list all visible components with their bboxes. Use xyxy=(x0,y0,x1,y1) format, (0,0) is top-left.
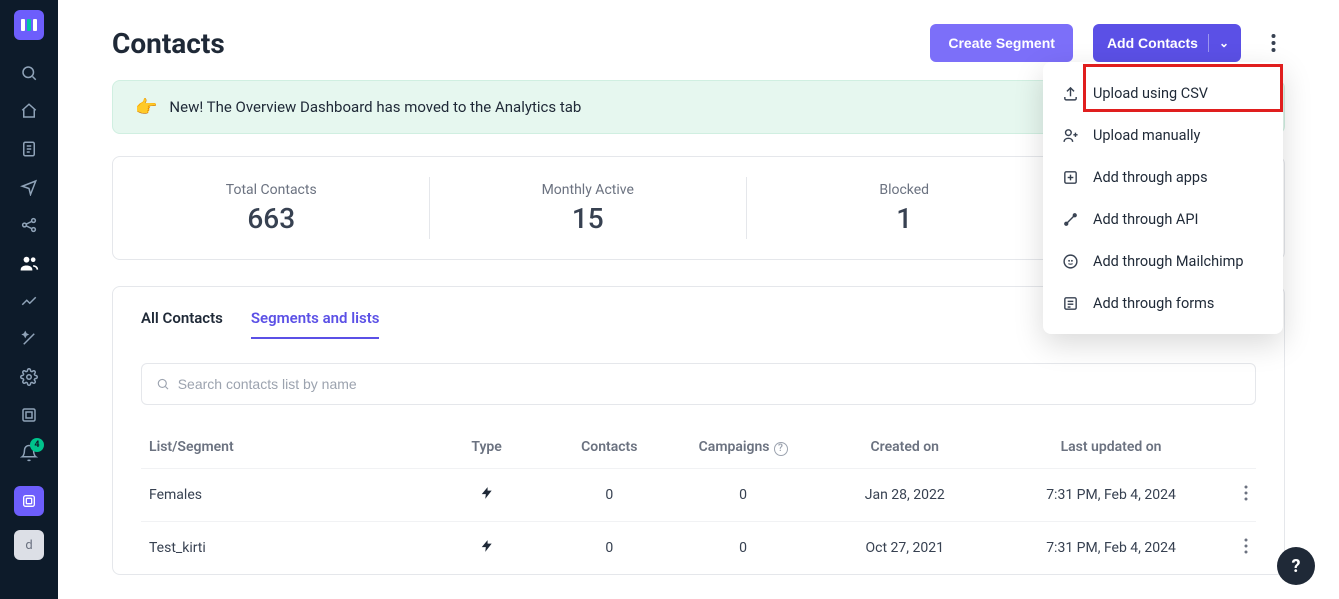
add-contacts-button[interactable]: Add Contacts ⌄ xyxy=(1093,24,1241,62)
table-row[interactable]: Test_kirti 0 0 Oct 27, 2021 7:31 PM, Feb… xyxy=(141,521,1256,574)
dropdown-label: Add through forms xyxy=(1093,295,1214,312)
dropdown-item-add-forms[interactable]: Add through forms xyxy=(1043,282,1283,324)
mailchimp-icon xyxy=(1061,253,1079,270)
col-list: List/Segment xyxy=(141,427,431,468)
dropdown-item-upload-csv[interactable]: Upload using CSV xyxy=(1043,72,1283,114)
cell-created: Oct 27, 2021 xyxy=(810,521,1000,574)
bolt-icon xyxy=(480,539,494,553)
cell-contacts: 0 xyxy=(542,468,676,521)
dropdown-label: Add through Mailchimp xyxy=(1093,253,1243,270)
api-icon xyxy=(1061,211,1079,228)
settings-icon[interactable] xyxy=(0,358,58,396)
add-contacts-dropdown: Upload using CSV Upload manually Add thr… xyxy=(1043,62,1283,334)
tab-all-contacts[interactable]: All Contacts xyxy=(141,309,223,339)
cell-type xyxy=(431,521,543,574)
form-icon xyxy=(1061,295,1079,312)
col-campaigns: Campaigns? xyxy=(676,427,810,468)
search-icon xyxy=(156,377,170,391)
segments-table: List/Segment Type Contacts Campaigns? Cr… xyxy=(141,427,1256,574)
share-icon[interactable] xyxy=(0,206,58,244)
notification-badge: 4 xyxy=(30,438,44,452)
cell-updated: 7:31 PM, Feb 4, 2024 xyxy=(1000,468,1223,521)
create-segment-button[interactable]: Create Segment xyxy=(930,24,1073,62)
cell-type xyxy=(431,468,543,521)
app-logo[interactable] xyxy=(14,10,44,40)
cell-name: Test_kirti xyxy=(141,521,431,574)
col-contacts: Contacts xyxy=(542,427,676,468)
cell-campaigns: 0 xyxy=(676,521,810,574)
bolt-icon xyxy=(480,486,494,500)
dropdown-label: Add through API xyxy=(1093,211,1198,228)
cell-updated: 7:31 PM, Feb 4, 2024 xyxy=(1000,521,1223,574)
row-more-icon[interactable] xyxy=(1223,521,1256,574)
notifications-icon[interactable]: 4 xyxy=(0,434,58,472)
banner-text: New! The Overview Dashboard has moved to… xyxy=(169,98,581,116)
dropdown-label: Upload manually xyxy=(1093,127,1200,144)
home-icon[interactable] xyxy=(0,92,58,130)
user-avatar[interactable]: d xyxy=(14,530,44,560)
page-title: Contacts xyxy=(112,27,225,60)
apps-icon xyxy=(1061,169,1079,186)
stat-total-contacts: Total Contacts 663 xyxy=(113,157,429,259)
help-icon[interactable]: ? xyxy=(774,442,788,456)
dropdown-item-add-mailchimp[interactable]: Add through Mailchimp xyxy=(1043,240,1283,282)
magic-icon[interactable] xyxy=(0,320,58,358)
cell-created: Jan 28, 2022 xyxy=(810,468,1000,521)
search-icon[interactable] xyxy=(0,54,58,92)
search-input[interactable] xyxy=(178,376,1241,392)
col-created: Created on xyxy=(810,427,1000,468)
app-switcher[interactable] xyxy=(14,486,44,516)
help-button[interactable]: ? xyxy=(1277,547,1315,585)
stat-value: 1 xyxy=(896,202,912,235)
sidebar: 4 d xyxy=(0,0,58,599)
dropdown-item-upload-manually[interactable]: Upload manually xyxy=(1043,114,1283,156)
row-more-icon[interactable] xyxy=(1223,468,1256,521)
more-options-icon[interactable] xyxy=(1261,25,1285,61)
col-updated: Last updated on xyxy=(1000,427,1223,468)
chevron-down-icon: ⌄ xyxy=(1219,36,1229,50)
contacts-icon[interactable] xyxy=(0,244,58,282)
dropdown-label: Upload using CSV xyxy=(1093,85,1208,102)
point-right-icon: 👉 xyxy=(135,97,157,118)
stat-label: Blocked xyxy=(879,182,929,198)
dropdown-label: Add through apps xyxy=(1093,169,1208,186)
col-type: Type xyxy=(431,427,543,468)
stat-label: Total Contacts xyxy=(226,182,317,198)
cell-campaigns: 0 xyxy=(676,468,810,521)
stat-value: 663 xyxy=(247,202,295,235)
stat-value: 15 xyxy=(572,202,604,235)
cell-name: Females xyxy=(141,468,431,521)
dropdown-item-add-api[interactable]: Add through API xyxy=(1043,198,1283,240)
template-icon[interactable] xyxy=(0,396,58,434)
stat-monthly-active: Monthly Active 15 xyxy=(429,157,745,259)
campaigns-icon[interactable] xyxy=(0,168,58,206)
user-plus-icon xyxy=(1061,127,1079,144)
stat-label: Monthly Active xyxy=(542,182,634,198)
stat-blocked: Blocked 1 xyxy=(746,157,1062,259)
table-row[interactable]: Females 0 0 Jan 28, 2022 7:31 PM, Feb 4,… xyxy=(141,468,1256,521)
add-contacts-label: Add Contacts xyxy=(1107,35,1198,51)
analytics-icon[interactable] xyxy=(0,282,58,320)
dropdown-item-add-apps[interactable]: Add through apps xyxy=(1043,156,1283,198)
divider xyxy=(1208,34,1209,52)
tab-segments-lists[interactable]: Segments and lists xyxy=(251,309,380,339)
search-container[interactable] xyxy=(141,363,1256,405)
upload-icon xyxy=(1061,85,1079,102)
cell-contacts: 0 xyxy=(542,521,676,574)
document-icon[interactable] xyxy=(0,130,58,168)
